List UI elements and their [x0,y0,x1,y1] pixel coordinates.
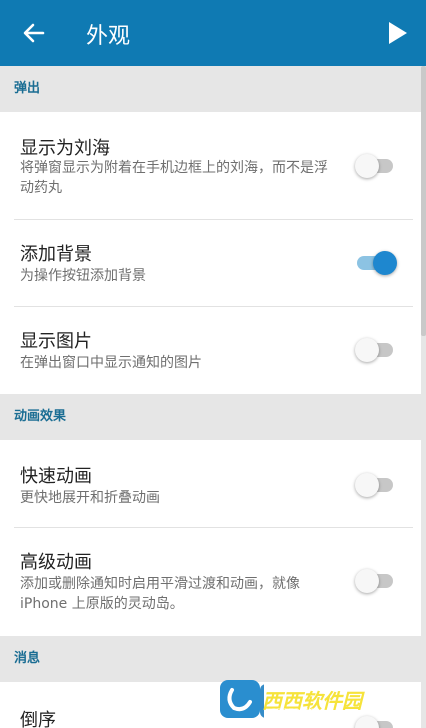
scrollbar[interactable] [421,66,426,336]
section-header-popup: 弹出 [0,66,426,112]
page-title: 外观 [86,24,131,49]
setting-subtitle: 为操作按钮添加背景 [20,268,146,284]
section-card-animation: 快速动画 更快地展开和折叠动画 高级动画 添加或删除通知时启用平滑过渡和动画，就… [0,440,421,636]
setting-title: 添加背景 [20,244,92,265]
switch-thumb [355,473,379,497]
section-card-popup: 显示为刘海 将弹窗显示为附着在手机边框上的刘海，而不是浮动药丸 添加背景 为操作… [0,112,421,394]
fast-animation-toggle[interactable] [355,471,395,499]
switch-thumb [355,338,379,362]
setting-title: 显示图片 [20,331,92,352]
arrow-left-icon [23,23,45,43]
section-header-animation: 动画效果 [0,394,426,440]
setting-title: 倒序 [20,710,56,728]
images-toggle[interactable] [355,336,395,364]
switch-thumb [355,154,379,178]
switch-thumb [373,251,397,275]
advanced-animation-toggle[interactable] [355,567,395,595]
watermark-badge-icon [220,680,264,718]
setting-title: 高级动画 [20,552,92,573]
setting-title: 显示为刘海 [20,138,110,159]
setting-row-images[interactable]: 显示图片 在弹出窗口中显示通知的图片 [0,307,421,394]
setting-row-notch[interactable]: 显示为刘海 将弹窗显示为附着在手机边框上的刘海，而不是浮动药丸 [0,112,421,220]
setting-subtitle: 添加或删除通知时启用平滑过渡和动画，就像 iPhone 上原版的灵动岛。 [20,576,300,612]
watermark-logo: 西西软件园 CR173.COM [218,676,408,722]
play-button[interactable] [386,20,410,46]
notch-toggle[interactable] [355,152,395,180]
setting-row-fast-animation[interactable]: 快速动画 更快地展开和折叠动画 [0,440,421,527]
setting-subtitle: 在弹出窗口中显示通知的图片 [20,355,202,371]
setting-subtitle: 将弹窗显示为附着在手机边框上的刘海，而不是浮动药丸 [20,160,328,196]
setting-title: 快速动画 [20,466,92,487]
setting-row-background[interactable]: 添加背景 为操作按钮添加背景 [0,220,421,306]
play-icon [389,22,407,44]
setting-row-advanced-animation[interactable]: 高级动画 添加或删除通知时启用平滑过渡和动画，就像 iPhone 上原版的灵动岛… [0,528,421,636]
setting-subtitle: 更快地展开和折叠动画 [20,490,160,506]
background-toggle[interactable] [357,249,397,277]
switch-thumb [355,569,379,593]
settings-list[interactable]: 弹出 显示为刘海 将弹窗显示为附着在手机边框上的刘海，而不是浮动药丸 添加背景 … [0,66,426,728]
app-bar: 外观 [0,0,426,66]
watermark-sub: CR173.COM [270,708,324,718]
back-button[interactable] [18,17,50,49]
